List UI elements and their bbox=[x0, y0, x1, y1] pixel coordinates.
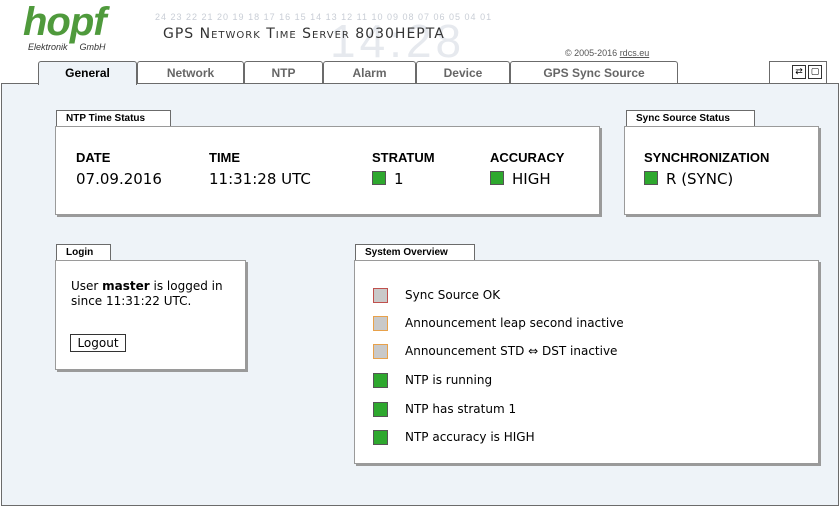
tab-ntp[interactable]: NTP bbox=[244, 61, 323, 83]
login-line-1: User master is logged in bbox=[71, 279, 223, 294]
login-box bbox=[55, 260, 246, 370]
copyright-link[interactable]: rdcs.eu bbox=[620, 48, 650, 58]
accuracy-status-indicator bbox=[490, 171, 504, 185]
copyright: © 2005-2016 rdcs.eu bbox=[565, 48, 649, 58]
accuracy-value-text: HIGH bbox=[512, 170, 551, 188]
synchronization-value-text: R (SYNC) bbox=[666, 170, 734, 188]
overview-item-label: NTP has stratum 1 bbox=[405, 402, 517, 416]
login-suffix: is logged in bbox=[149, 279, 223, 293]
stratum-value-text: 1 bbox=[394, 170, 404, 188]
login-user: master bbox=[102, 279, 150, 293]
status-indicator bbox=[373, 430, 388, 445]
page-header: 24 23 22 21 20 19 18 17 16 15 14 13 12 1… bbox=[0, 0, 840, 62]
overview-item-label: Announcement leap second inactive bbox=[405, 316, 624, 330]
date-label: DATE bbox=[76, 150, 111, 165]
date-value: 07.09.2016 bbox=[76, 170, 162, 188]
status-indicator bbox=[373, 373, 388, 388]
stratum-status-indicator bbox=[372, 171, 386, 185]
accuracy-value: HIGH bbox=[490, 170, 551, 188]
time-value: 11:31:28 UTC bbox=[209, 170, 311, 188]
ntp-status-title: NTP Time Status bbox=[56, 110, 171, 127]
login-prefix: User bbox=[71, 279, 103, 293]
overview-item-label: NTP accuracy is HIGH bbox=[405, 430, 535, 444]
time-label: TIME bbox=[209, 150, 241, 165]
logout-button[interactable]: Logout bbox=[70, 334, 126, 352]
stratum-label: STRATUM bbox=[372, 150, 435, 165]
status-indicator bbox=[373, 316, 388, 331]
logo-sub-right: GmbH bbox=[79, 42, 106, 52]
sync-status-indicator bbox=[644, 171, 658, 185]
login-line-2: since 11:31:22 UTC. bbox=[71, 294, 192, 308]
tab-gps-sync-source[interactable]: GPS Sync Source bbox=[510, 61, 678, 83]
stratum-value: 1 bbox=[372, 170, 404, 188]
overview-item-label: Announcement STD ⇔ DST inactive bbox=[405, 344, 618, 358]
tab-icon-group: ⇄ ▢ bbox=[769, 61, 827, 83]
login-title: Login bbox=[56, 244, 111, 261]
overview-item-label: NTP is running bbox=[405, 373, 493, 387]
window-icon[interactable]: ▢ bbox=[808, 65, 822, 79]
synchronization-label: SYNCHRONIZATION bbox=[644, 150, 770, 165]
copyright-text: © 2005-2016 bbox=[565, 48, 618, 58]
sync-status-title: Sync Source Status bbox=[626, 110, 755, 127]
hopf-logo: hopf bbox=[23, 0, 107, 44]
tab-device[interactable]: Device bbox=[416, 61, 510, 83]
accuracy-label: ACCURACY bbox=[490, 150, 565, 165]
overview-item-label: Sync Source OK bbox=[405, 288, 501, 302]
status-indicator bbox=[373, 402, 388, 417]
system-overview-title: System Overview bbox=[355, 244, 475, 261]
tab-general[interactable]: General bbox=[38, 61, 137, 85]
refresh-icon[interactable]: ⇄ bbox=[792, 65, 806, 79]
tab-network[interactable]: Network bbox=[137, 61, 244, 83]
product-title: GPS Network Time Server 8030HEPTA bbox=[163, 26, 445, 42]
logo-subtitle: Elektronik GmbH bbox=[28, 42, 106, 52]
logo-sub-left: Elektronik bbox=[28, 42, 68, 52]
tab-alarm[interactable]: Alarm bbox=[323, 61, 416, 83]
status-indicator bbox=[373, 344, 388, 359]
status-indicator bbox=[373, 288, 388, 303]
synchronization-value: R (SYNC) bbox=[644, 170, 733, 188]
